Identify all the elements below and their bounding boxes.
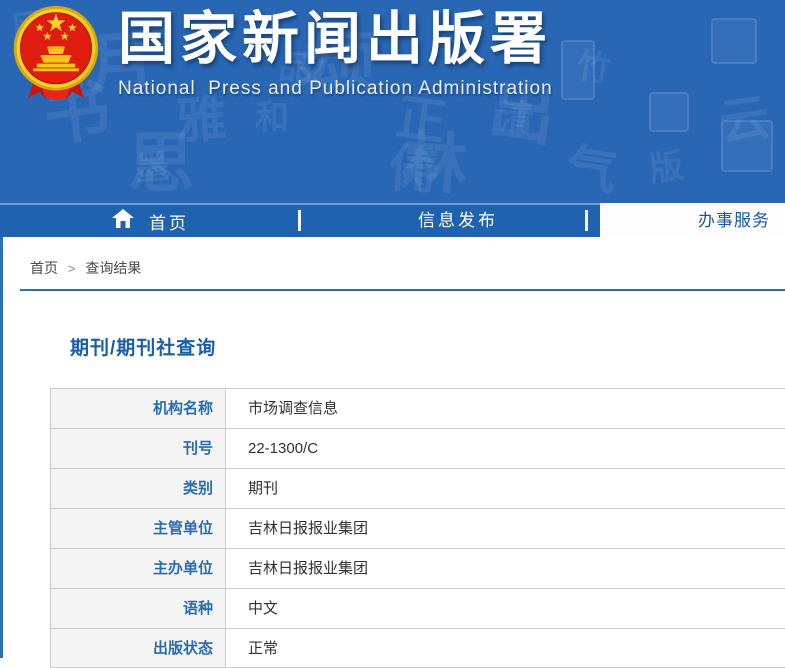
row-value: 中文	[248, 600, 279, 617]
row-label: 机构名称	[50, 389, 226, 428]
row-label: 主管单位	[50, 509, 226, 548]
row-label: 出版状态	[50, 629, 226, 667]
table-row: 出版状态 正常	[50, 628, 785, 668]
home-icon	[112, 209, 134, 233]
query-result-table: 机构名称 市场调查信息 刊号 22-1300/C 类别 期刊 主管单位 吉林日报…	[50, 388, 785, 668]
table-row: 刊号 22-1300/C	[50, 428, 785, 468]
table-row: 机构名称 市场调查信息	[50, 388, 785, 428]
seal-stamp-decoration	[721, 120, 773, 172]
header-titles: 国家新闻出版署 National Press and Publication A…	[118, 2, 553, 100]
row-label: 刊号	[50, 429, 226, 468]
breadcrumb-current: 查询结果	[85, 260, 142, 276]
row-value: 吉林日报报业集团	[248, 560, 369, 577]
site-subtitle-en: National Press and Publication Administr…	[118, 78, 553, 99]
table-row: 主办单位 吉林日报报业集团	[50, 548, 785, 588]
row-value: 市场调查信息	[248, 400, 339, 417]
nav-separator	[298, 210, 301, 231]
row-label: 主办单位	[50, 549, 226, 588]
row-value: 正常	[248, 640, 279, 657]
table-row: 语种 中文	[50, 588, 785, 628]
seal-stamp-decoration	[561, 40, 595, 100]
breadcrumb-separator: >	[67, 261, 76, 276]
row-value: 期刊	[248, 480, 279, 497]
seal-stamp-decoration	[711, 18, 757, 64]
divider-line	[20, 289, 785, 291]
main-nav: 首页 信息发布 办事服务	[0, 203, 785, 239]
journal-query-page: { "header": { "title_cn": "国家新闻出版署", "ti…	[0, 0, 785, 668]
breadcrumb: 首页 > 查询结果	[3, 237, 785, 278]
nav-item-home[interactable]: 首页	[112, 205, 189, 237]
content-area: 首页 > 查询结果 期刊/期刊社查询 机构名称 市场调查信息 刊号 22-130…	[0, 237, 785, 668]
page-title: 期刊/期刊社查询	[70, 338, 217, 359]
seal-stamp-decoration	[649, 92, 689, 132]
site-title: 国家新闻出版署	[118, 7, 552, 71]
row-value: 22-1300/C	[248, 440, 319, 457]
nav-item-info-release[interactable]: 信息发布	[418, 205, 498, 237]
national-emblem-icon	[8, 4, 104, 104]
table-row: 主管单位 吉林日报报业集团	[50, 508, 785, 548]
row-label: 类别	[50, 469, 226, 508]
nav-item-home-label: 首页	[149, 213, 189, 233]
row-value: 吉林日报报业集团	[248, 520, 369, 537]
table-row: 类别 期刊	[50, 468, 785, 508]
site-header: 风雅颂清气书墨文林竹云月和俦出版鹤思品正	[0, 0, 785, 203]
breadcrumb-home-link[interactable]: 首页	[30, 260, 58, 276]
nav-separator	[585, 210, 588, 231]
nav-tab-services-active[interactable]: 办事服务	[600, 203, 785, 239]
row-label: 语种	[50, 589, 226, 628]
